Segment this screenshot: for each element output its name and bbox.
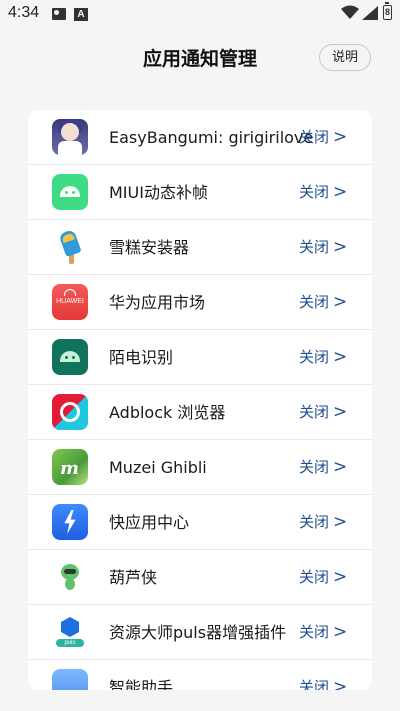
puls-icon-text: puls [56, 639, 84, 647]
muzei-icon: m [52, 449, 88, 485]
popsicle-icon [52, 229, 88, 265]
notification-toggle[interactable]: 关闭 > [299, 605, 347, 660]
app-name: 陌电识别 [109, 348, 174, 367]
help-button[interactable]: 说明 [319, 44, 371, 71]
notification-toggle[interactable]: 关闭 > [299, 550, 347, 605]
toggle-label: 关闭 [299, 678, 330, 690]
chevron-right-icon: > [333, 292, 348, 312]
list-item-huluxia[interactable]: 葫芦侠 关闭 > [28, 550, 372, 605]
list-item-quick-app[interactable]: 快应用中心 关闭 > [28, 495, 372, 550]
signal-icon [362, 6, 378, 20]
android-robot-dark-icon [52, 339, 88, 375]
chevron-right-icon: > [333, 457, 348, 477]
list-item-smart-assistant[interactable]: 智能助手 关闭 > [28, 660, 372, 690]
toggle-label: 关闭 [299, 458, 330, 476]
list-item-resource-master[interactable]: puls 资源大师puls器增强插件 关闭 > [28, 605, 372, 660]
toggle-label: 关闭 [299, 623, 330, 641]
toggle-label: 关闭 [299, 128, 330, 146]
chevron-right-icon: > [333, 237, 348, 257]
lightning-bolt-icon [52, 504, 88, 540]
wifi-icon [341, 5, 359, 19]
gourd-icon [52, 559, 88, 595]
chevron-right-icon: > [333, 347, 348, 367]
resource-master-icon: puls [52, 614, 88, 650]
list-item-adblock[interactable]: Adblock 浏览器 关闭 > [28, 385, 372, 440]
notification-toggle[interactable]: 关闭 > [299, 495, 347, 550]
chevron-right-icon: > [333, 182, 348, 202]
notification-toggle[interactable]: 关闭 > [299, 165, 347, 220]
notification-toggle[interactable]: 关闭 > [299, 440, 347, 495]
notification-toggle[interactable]: 关闭 > [299, 660, 347, 690]
chevron-right-icon: > [333, 567, 348, 587]
app-name: 资源大师puls器增强插件 [109, 623, 287, 642]
list-item-huawei-appgallery[interactable]: HUAWEI 华为应用市场 关闭 > [28, 275, 372, 330]
status-bar: 4:34 A 8 [0, 0, 400, 30]
chevron-right-icon: > [333, 677, 348, 690]
app-name: EasyBangumi: girigirilove [109, 128, 314, 147]
app-name: 快应用中心 [109, 513, 190, 532]
notification-toggle[interactable]: 关闭 > [299, 110, 347, 165]
assistant-icon [52, 669, 88, 690]
list-item-popsicle-installer[interactable]: 雪糕安装器 关闭 > [28, 220, 372, 275]
app-notification-icon: A [74, 8, 88, 21]
app-name: 葫芦侠 [109, 568, 158, 587]
battery-icon: 8 [383, 2, 392, 20]
app-name: Muzei Ghibli [109, 458, 207, 477]
adblock-icon [52, 394, 88, 430]
notification-toggle[interactable]: 关闭 > [299, 385, 347, 440]
huawei-appgallery-icon: HUAWEI [52, 284, 88, 320]
list-item-miui-frame[interactable]: MIUI动态补帧 关闭 > [28, 165, 372, 220]
toggle-label: 关闭 [299, 348, 330, 366]
chevron-right-icon: > [333, 402, 348, 422]
app-name: 华为应用市场 [109, 293, 206, 312]
toggle-label: 关闭 [299, 183, 330, 201]
app-list-card: EasyBangumi: girigirilove 关闭 > MIUI动态补帧 关… [28, 110, 372, 690]
toggle-label: 关闭 [299, 513, 330, 531]
battery-digit: 8 [384, 7, 390, 17]
toggle-label: 关闭 [299, 568, 330, 586]
toggle-label: 关闭 [299, 238, 330, 256]
status-time: 4:34 [8, 4, 40, 21]
list-item-muzei[interactable]: m Muzei Ghibli 关闭 > [28, 440, 372, 495]
image-notification-icon [52, 8, 66, 20]
notification-toggle[interactable]: 关闭 > [299, 275, 347, 330]
notification-toggle[interactable]: 关闭 > [299, 220, 347, 275]
app-name: MIUI动态补帧 [109, 183, 208, 202]
toggle-label: 关闭 [299, 293, 330, 311]
notification-toggle[interactable]: 关闭 > [299, 330, 347, 385]
chevron-right-icon: > [333, 622, 348, 642]
huawei-icon-text: HUAWEI [56, 298, 84, 305]
android-robot-icon [52, 174, 88, 210]
chevron-right-icon: > [333, 127, 348, 147]
toggle-label: 关闭 [299, 403, 330, 421]
app-name: 智能助手 [109, 678, 174, 690]
list-item-modian[interactable]: 陌电识别 关闭 > [28, 330, 372, 385]
app-name: Adblock 浏览器 [109, 403, 226, 422]
anime-girl-icon [52, 119, 88, 155]
list-item-easybangumi[interactable]: EasyBangumi: girigirilove 关闭 > [28, 110, 372, 165]
app-name: 雪糕安装器 [109, 238, 190, 257]
chevron-right-icon: > [333, 512, 348, 532]
